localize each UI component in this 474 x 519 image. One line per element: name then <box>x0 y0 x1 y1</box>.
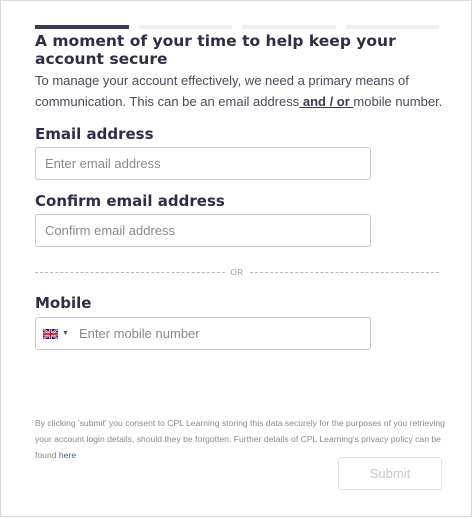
confirm-email-label: Confirm email address <box>35 192 225 210</box>
account-security-form: A moment of your time to help keep your … <box>0 0 472 517</box>
progress-step-1 <box>35 25 129 29</box>
divider-line-right <box>249 271 439 273</box>
progress-step-2 <box>138 25 232 29</box>
mobile-label: Mobile <box>35 294 92 312</box>
uk-flag-icon <box>43 328 58 339</box>
intro-text: To manage your account effectively, we n… <box>35 70 455 112</box>
divider-line-left <box>35 271 225 273</box>
consent-body: By clicking 'submit' you consent to CPL … <box>35 418 445 460</box>
email-field[interactable] <box>35 147 371 180</box>
intro-text-part2: mobile number. <box>353 94 443 109</box>
submit-button[interactable]: Submit <box>338 457 442 490</box>
progress-steps <box>35 25 439 29</box>
mobile-field-wrapper: ▼ <box>35 317 371 350</box>
mobile-field[interactable] <box>74 318 370 349</box>
email-label: Email address <box>35 125 154 143</box>
page-title: A moment of your time to help keep your … <box>35 32 396 68</box>
confirm-email-field[interactable] <box>35 214 371 247</box>
privacy-policy-link[interactable]: here <box>59 450 76 460</box>
consent-text: By clicking 'submit' you consent to CPL … <box>35 415 455 463</box>
chevron-down-icon: ▼ <box>62 330 69 337</box>
or-divider: OR <box>35 265 439 279</box>
progress-step-4 <box>345 25 439 29</box>
country-code-select[interactable]: ▼ <box>36 318 75 349</box>
divider-or-text: OR <box>230 267 244 277</box>
progress-step-3 <box>242 25 336 29</box>
intro-text-emphasis: and / or <box>299 94 354 109</box>
